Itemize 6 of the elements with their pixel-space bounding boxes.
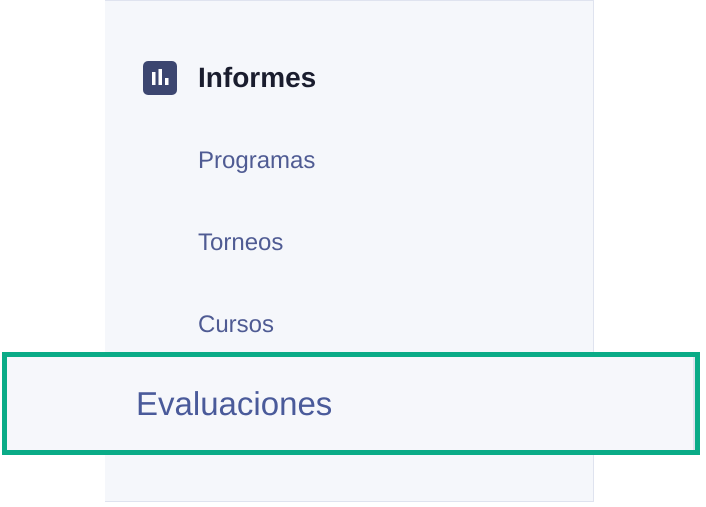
menu-item[interactable]: Cursos bbox=[105, 305, 593, 345]
menu-item[interactable]: Evaluaciones bbox=[2, 352, 700, 455]
section-title: Informes bbox=[198, 62, 316, 94]
bar-chart-icon bbox=[143, 61, 177, 95]
menu-item[interactable]: Programas bbox=[105, 141, 593, 181]
menu-item[interactable]: Torneos bbox=[105, 223, 593, 263]
